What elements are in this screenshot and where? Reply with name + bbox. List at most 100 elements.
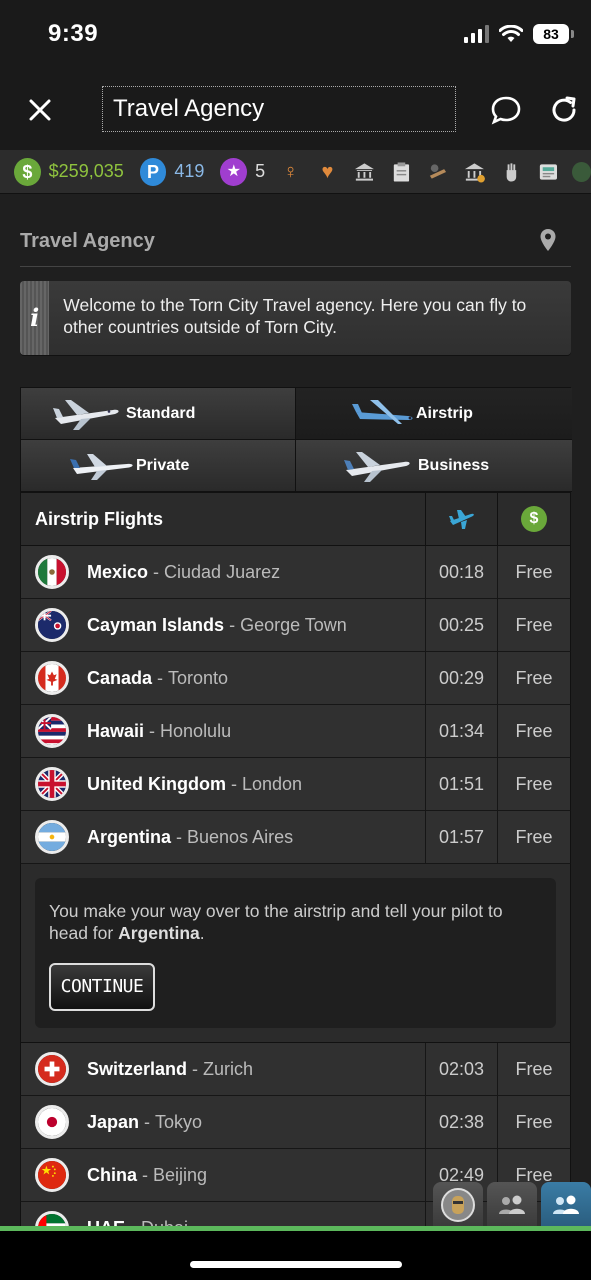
info-icon: i <box>20 281 50 355</box>
country-name: Hawaii <box>87 720 145 741</box>
nav-title-field[interactable]: Travel Agency <box>102 86 456 132</box>
country-name: Japan <box>87 1111 140 1132</box>
city-name: Zurich <box>203 1058 254 1079</box>
info-message-box: i Welcome to the Torn City Travel agency… <box>20 281 571 355</box>
user-info-bar: $ $259,035 P 419 ★ 5 ♀ ♥ <box>0 150 591 194</box>
home-indicator[interactable] <box>190 1261 402 1268</box>
flight-destination: Switzerland - Zurich <box>21 1043 426 1095</box>
newspaper-icon[interactable] <box>537 160 560 184</box>
flight-destination: China - Beijing <box>21 1149 426 1201</box>
bank-icon[interactable] <box>353 160 376 184</box>
tab-business-label: Business <box>418 456 490 474</box>
merits-value[interactable]: 5 <box>255 161 265 182</box>
city-name: George Town <box>240 614 347 635</box>
city-name: London <box>241 773 303 794</box>
united-kingdom-flag-icon <box>35 767 69 801</box>
flight-row-japan[interactable]: Japan - Tokyo 02:38 Free <box>20 1096 571 1149</box>
travel-type-tabs: Standard Airstrip Private Business <box>20 387 572 493</box>
flight-cost: Free <box>515 1112 553 1132</box>
reload-icon[interactable] <box>546 92 582 128</box>
flight-destination: Canada - Toronto <box>21 652 426 704</box>
confirmation-destination: Argentina <box>118 923 200 943</box>
city-name: Toronto <box>168 667 229 688</box>
people-icon <box>499 1195 525 1214</box>
airliner-icon <box>53 400 119 430</box>
plane-icon <box>448 510 474 529</box>
flight-row-switzerland[interactable]: Switzerland - Zurich 02:03 Free <box>20 1043 571 1096</box>
points-value[interactable]: 419 <box>174 161 204 182</box>
separator: - <box>230 773 237 794</box>
tab-business[interactable]: Business <box>296 440 572 492</box>
money-value[interactable]: $259,035 <box>49 161 124 182</box>
merits-icon: ★ <box>220 157 248 186</box>
flight-row-cayman-islands[interactable]: Cayman Islands - George Town 00:25 Free <box>20 599 571 652</box>
chat-bubble-icon[interactable] <box>488 92 524 128</box>
separator: - <box>157 667 164 688</box>
location-pin-icon[interactable] <box>539 228 557 252</box>
country-name: Switzerland <box>87 1058 188 1079</box>
tab-standard[interactable]: Standard <box>21 388 296 440</box>
heart-icon[interactable]: ♥ <box>316 160 339 184</box>
tab-airstrip[interactable]: Airstrip <box>296 388 572 440</box>
switzerland-flag-icon <box>35 1052 69 1086</box>
tab-standard-label: Standard <box>126 404 196 422</box>
city-name: Tokyo <box>155 1111 203 1132</box>
separator: - <box>142 1164 149 1185</box>
flight-time: 01:51 <box>426 758 498 810</box>
bank-investment-icon[interactable] <box>463 160 486 184</box>
fist-icon[interactable] <box>500 160 523 184</box>
japan-flag-icon <box>35 1105 69 1139</box>
separator: - <box>192 1058 199 1079</box>
home-indicator-area <box>0 1231 591 1280</box>
tab-private-label: Private <box>136 456 190 474</box>
flight-time: 01:34 <box>426 705 498 757</box>
female-icon[interactable]: ♀ <box>279 160 302 184</box>
country-name: Argentina <box>87 826 172 847</box>
hawaii-flag-icon <box>35 714 69 748</box>
separator: - <box>144 1111 151 1132</box>
flight-row-united-kingdom[interactable]: United Kingdom - London 01:51 Free <box>20 758 571 811</box>
continue-button[interactable]: CONTINUE <box>49 963 155 1011</box>
people-icon <box>553 1195 579 1214</box>
separator: - <box>149 720 156 741</box>
argentina-flag-icon <box>35 820 69 854</box>
flight-cost: Free <box>515 562 553 582</box>
tab-airstrip-label: Airstrip <box>416 404 473 422</box>
flight-row-argentina[interactable]: Argentina - Buenos Aires 01:57 Free <box>20 811 571 864</box>
clipboard-icon[interactable] <box>390 160 413 184</box>
cigar-icon[interactable] <box>427 160 450 184</box>
flight-time: 02:03 <box>426 1043 498 1095</box>
flight-time-column <box>426 493 498 545</box>
flights-header: Airstrip Flights $ <box>20 493 571 546</box>
page-title: Travel Agency <box>20 230 155 252</box>
flight-row-hawaii[interactable]: Hawaii - Honolulu 01:34 Free <box>20 705 571 758</box>
flights-title: Airstrip Flights <box>21 493 426 545</box>
people-chat-button[interactable] <box>541 1182 591 1228</box>
flight-destination: Mexico - Ciudad Juarez <box>21 546 426 598</box>
flight-row-mexico[interactable]: Mexico - Ciudad Juarez 00:18 Free <box>20 546 571 599</box>
flight-cost: Free <box>515 668 553 688</box>
flight-destination: United Kingdom - London <box>21 758 426 810</box>
flight-destination: Cayman Islands - George Town <box>21 599 426 651</box>
tab-private[interactable]: Private <box>21 440 296 492</box>
china-flag-icon <box>35 1158 69 1192</box>
status-dot-icon <box>571 161 591 182</box>
separator: - <box>153 561 160 582</box>
mexico-flag-icon <box>35 555 69 589</box>
close-icon[interactable] <box>22 92 58 128</box>
separator: - <box>176 826 183 847</box>
country-name: United Kingdom <box>87 773 226 794</box>
flight-row-canada[interactable]: Canada - Toronto 00:29 Free <box>20 652 571 705</box>
flight-time: 01:57 <box>426 811 498 863</box>
travel-confirmation-panel: You make your way over to the airstrip a… <box>20 864 571 1043</box>
avatar-icon <box>441 1188 475 1222</box>
faction-chat-button[interactable] <box>487 1182 537 1228</box>
status-bar: 9:39 83 <box>0 0 591 68</box>
flight-cost-column: $ <box>498 493 570 545</box>
nav-bar: Travel Agency <box>0 68 591 150</box>
flight-destination: Argentina - Buenos Aires <box>21 811 426 863</box>
flight-cost: Free <box>515 721 553 741</box>
chat-avatar-button[interactable] <box>433 1182 483 1228</box>
city-name: Buenos Aires <box>187 826 294 847</box>
flight-destination: Japan - Tokyo <box>21 1096 426 1148</box>
